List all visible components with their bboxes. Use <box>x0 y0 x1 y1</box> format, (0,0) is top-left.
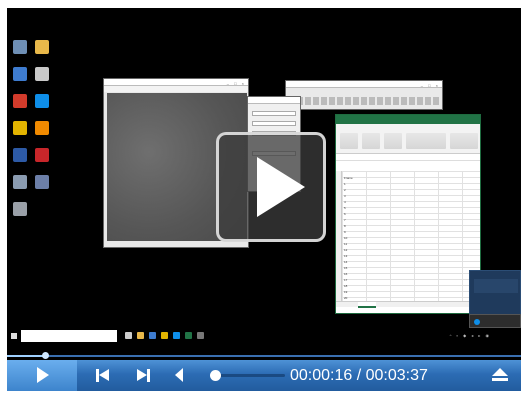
excel-icon <box>185 332 192 339</box>
ribbon-group <box>340 133 358 149</box>
window-controls-icon: – □ × <box>420 83 440 88</box>
search-tool-icon <box>35 67 49 81</box>
ribbon-group <box>362 133 380 149</box>
total-duration: 00:03:37 <box>365 367 428 384</box>
formula-bar <box>336 154 480 161</box>
teamviewer-icon[interactable] <box>31 94 53 122</box>
chrome-icon <box>161 332 168 339</box>
teamviewer-notification <box>469 314 521 328</box>
spreadsheet-window: Frame 1 2 3 4 5 6 7 8 9 10 11 12 13 14 15 16 17 18 19 20 <box>335 114 481 314</box>
chrome-icon <box>13 121 27 135</box>
shortcut-icon <box>35 175 49 189</box>
seek-handle[interactable] <box>42 352 50 359</box>
folder-icon[interactable] <box>31 40 53 68</box>
system-tray-icons: ^ ▪ ◆ ◂ ▸ ◉ <box>449 333 491 338</box>
window-titlebar: – □ × <box>104 79 248 86</box>
next-button[interactable] <box>133 360 155 391</box>
pdf-icon <box>13 94 27 108</box>
pdf-icon[interactable] <box>9 94 31 122</box>
start-icon <box>11 333 17 339</box>
speaker-icon <box>175 368 183 382</box>
app-icon <box>13 148 27 162</box>
toolbar-window: – □ × <box>285 80 443 110</box>
windows-taskbar: ^ ▪ ◆ ◂ ▸ ◉ <box>7 328 521 346</box>
teamviewer-icon <box>35 94 49 108</box>
skip-back-icon <box>99 369 109 381</box>
explorer-icon <box>137 332 144 339</box>
time-separator: / <box>352 367 366 384</box>
chrome-icon[interactable] <box>9 121 31 149</box>
window-controls-icon: – □ × <box>226 81 246 86</box>
dialog-titlebar <box>248 97 300 104</box>
recycle-bin-icon <box>13 40 27 54</box>
acrobat-icon[interactable] <box>31 148 53 176</box>
app-icon <box>197 332 204 339</box>
play-overlay-button[interactable] <box>216 132 326 242</box>
previous-button[interactable] <box>92 360 114 391</box>
dialog-field <box>252 121 296 126</box>
play-button[interactable] <box>7 360 77 391</box>
tool-buttons-row <box>289 97 439 105</box>
app-icon[interactable] <box>9 148 31 176</box>
teamviewer-body <box>474 279 518 293</box>
network-icon[interactable] <box>9 67 31 95</box>
volume-button[interactable] <box>171 360 189 391</box>
seek-progress <box>7 355 46 357</box>
edge-icon <box>149 332 156 339</box>
dialog-field <box>252 111 296 116</box>
sheet-tabs <box>336 301 480 308</box>
folder-icon <box>35 40 49 54</box>
skip-forward-icon <box>137 369 147 381</box>
task-view-icon <box>125 332 132 339</box>
acrobat-icon <box>35 148 49 162</box>
shortcut-icon[interactable] <box>31 175 53 203</box>
settings-icon[interactable] <box>9 202 31 230</box>
ribbon-group <box>450 133 478 149</box>
eject-button[interactable] <box>489 360 511 391</box>
tool-icon <box>13 175 27 189</box>
spreadsheet-titlebar <box>336 115 480 124</box>
sheet-tab <box>358 302 376 308</box>
ribbon-group <box>384 133 402 149</box>
time-display: 00:00:16 / 00:03:37 <box>290 367 428 384</box>
recycle-bin-icon[interactable] <box>9 40 31 68</box>
eject-icon <box>492 368 508 376</box>
skip-forward-icon <box>147 369 150 382</box>
taskbar-search-box <box>21 330 117 342</box>
player-controls: 00:00:16 / 00:03:37 <box>7 360 521 391</box>
play-icon <box>257 157 305 217</box>
search-tool-icon[interactable] <box>31 67 53 95</box>
play-icon <box>37 367 49 383</box>
seek-bar[interactable] <box>7 352 521 359</box>
vlc-icon[interactable] <box>31 121 53 149</box>
volume-slider[interactable] <box>209 369 287 382</box>
network-icon <box>13 67 27 81</box>
window-titlebar: – □ × <box>286 81 442 88</box>
column-a-values: Frame 1 2 3 4 5 6 7 8 9 10 11 12 13 14 15 16 17 18 19 20 <box>344 175 364 301</box>
tool-icon[interactable] <box>9 175 31 203</box>
teamviewer-icon <box>173 332 180 339</box>
settings-icon <box>13 202 27 216</box>
volume-handle[interactable] <box>210 370 221 381</box>
volume-track <box>213 374 285 377</box>
teamviewer-panel <box>469 270 521 318</box>
spreadsheet-ribbon <box>336 124 480 154</box>
vlc-icon <box>35 121 49 135</box>
ribbon-group <box>406 133 446 149</box>
seek-track <box>7 355 521 357</box>
video-frame[interactable]: – □ × – □ × Frame 1 2 3 4 5 6 7 8 9 10 1… <box>7 8 521 391</box>
eject-icon <box>492 378 508 381</box>
teamviewer-icon <box>474 319 480 325</box>
elapsed-time: 00:00:16 <box>290 367 353 384</box>
